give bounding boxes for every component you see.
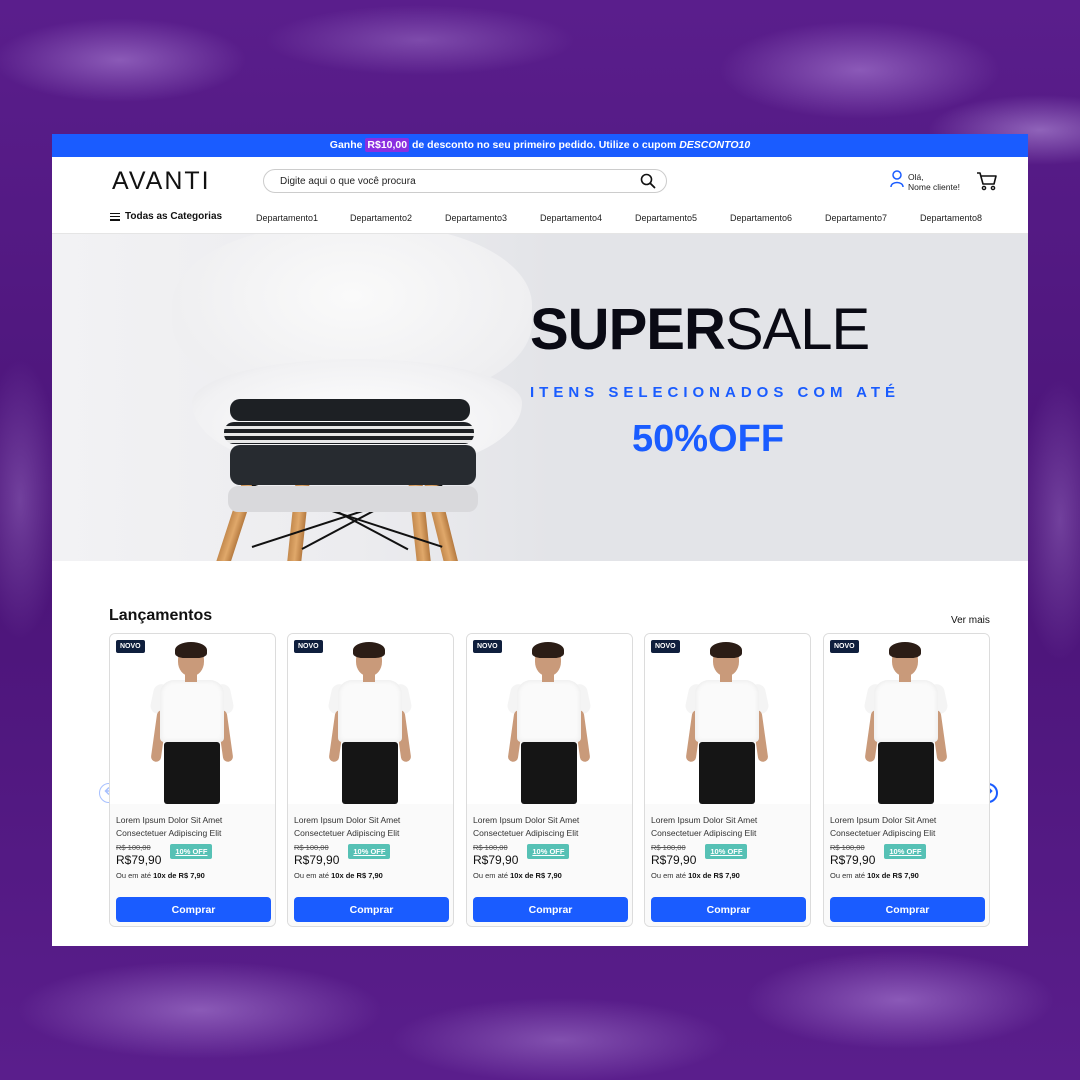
installments: Ou em até 10x de R$ 7,90: [473, 871, 562, 880]
category-nav: Todas as Categorias Departamento1 Depart…: [52, 205, 1028, 234]
search-input[interactable]: [280, 175, 640, 187]
new-badge: NOVO: [473, 640, 502, 653]
nav-department-3[interactable]: Departamento3: [445, 213, 507, 223]
new-badge: NOVO: [294, 640, 323, 653]
discount-badge: 10% OFF: [884, 844, 927, 859]
product-name[interactable]: Lorem Ipsum Dolor Sit Amet Consectetuer …: [651, 814, 804, 839]
nav-department-4[interactable]: Departamento4: [540, 213, 602, 223]
nav-department-6[interactable]: Departamento6: [730, 213, 792, 223]
promo-bar: Ganhe R$10,00 de desconto no seu primeir…: [52, 134, 1028, 157]
product-card[interactable]: NOVO Lorem Ipsum Dolor Sit Amet Consecte…: [287, 633, 454, 927]
product-image[interactable]: NOVO: [824, 634, 989, 804]
cart-icon[interactable]: [976, 170, 998, 192]
old-price: R$ 100,00: [651, 843, 686, 852]
installments: Ou em até 10x de R$ 7,90: [830, 871, 919, 880]
new-badge: NOVO: [116, 640, 145, 653]
product-card[interactable]: NOVO Lorem Ipsum Dolor Sit Amet Consecte…: [644, 633, 811, 927]
product-card[interactable]: NOVO Lorem Ipsum Dolor Sit Amet Consecte…: [823, 633, 990, 927]
installments: Ou em até 10x de R$ 7,90: [651, 871, 740, 880]
old-price: R$ 100,00: [116, 843, 151, 852]
hero-banner[interactable]: SUPERSALE ITENS SELECIONADOS COM ATÉ 50%…: [52, 234, 1028, 561]
user-name: Nome cliente!: [908, 181, 960, 192]
logo[interactable]: AVANTI: [112, 167, 211, 196]
discount-badge: 10% OFF: [348, 844, 391, 859]
site-header: AVANTI Olá, Nome cliente!: [52, 157, 1028, 205]
hero-subtitle: ITENS SELECIONADOS COM ATÉ: [530, 384, 901, 401]
price: R$79,90: [294, 853, 340, 867]
old-price: R$ 100,00: [294, 843, 329, 852]
promo-amount: R$10,00: [365, 138, 410, 152]
old-price: R$ 100,00: [473, 843, 508, 852]
hero-title-bold: SUPER: [530, 297, 726, 362]
user-icon: [890, 170, 904, 193]
browser-screenshot: Ganhe R$10,00 de desconto no seu primeir…: [52, 134, 1028, 946]
all-categories-menu[interactable]: Todas as Categorias: [110, 211, 222, 222]
promo-coupon: DESCONTO10: [679, 139, 751, 151]
section-title: Lançamentos: [109, 607, 213, 624]
buy-button[interactable]: Comprar: [116, 897, 271, 922]
product-card[interactable]: NOVO Lorem Ipsum Dolor Sit Amet Consecte…: [109, 633, 276, 927]
hamburger-icon: [110, 212, 120, 221]
buy-button[interactable]: Comprar: [830, 897, 985, 922]
product-image[interactable]: NOVO: [645, 634, 810, 804]
product-image[interactable]: NOVO: [288, 634, 453, 804]
discount-badge: 10% OFF: [527, 844, 570, 859]
buy-button[interactable]: Comprar: [651, 897, 806, 922]
buy-button[interactable]: Comprar: [473, 897, 628, 922]
product-card[interactable]: NOVO Lorem Ipsum Dolor Sit Amet Consecte…: [466, 633, 633, 927]
nav-department-8[interactable]: Departamento8: [920, 213, 982, 223]
price: R$79,90: [651, 853, 697, 867]
product-image[interactable]: NOVO: [467, 634, 632, 804]
hero-image: [52, 234, 552, 561]
installments: Ou em até 10x de R$ 7,90: [116, 871, 205, 880]
new-badge: NOVO: [651, 640, 680, 653]
promo-text: de desconto no seu primeiro pedido. Util…: [412, 139, 677, 151]
hero-title-thin: SALE: [724, 297, 870, 362]
new-badge: NOVO: [830, 640, 859, 653]
hero-discount: 50%OFF: [632, 418, 785, 460]
price: R$79,90: [830, 853, 876, 867]
user-greeting: Olá,: [908, 171, 924, 182]
nav-department-5[interactable]: Departamento5: [635, 213, 697, 223]
price: R$79,90: [116, 853, 162, 867]
launches-section: Lançamentos Ver mais NOVO Lorem Ipsum Do…: [52, 561, 1028, 946]
hero-title: SUPERSALE: [530, 296, 870, 363]
price: R$79,90: [473, 853, 519, 867]
nav-department-2[interactable]: Departamento2: [350, 213, 412, 223]
installments: Ou em até 10x de R$ 7,90: [294, 871, 383, 880]
product-name[interactable]: Lorem Ipsum Dolor Sit Amet Consectetuer …: [830, 814, 983, 839]
discount-badge: 10% OFF: [705, 844, 748, 859]
nav-department-1[interactable]: Departamento1: [256, 213, 318, 223]
discount-badge: 10% OFF: [170, 844, 213, 859]
product-image[interactable]: NOVO: [110, 634, 275, 804]
nav-department-7[interactable]: Departamento7: [825, 213, 887, 223]
product-name[interactable]: Lorem Ipsum Dolor Sit Amet Consectetuer …: [116, 814, 269, 839]
promo-prefix: Ganhe: [329, 139, 363, 151]
user-account[interactable]: Olá, Nome cliente!: [890, 170, 960, 193]
buy-button[interactable]: Comprar: [294, 897, 449, 922]
product-name[interactable]: Lorem Ipsum Dolor Sit Amet Consectetuer …: [473, 814, 626, 839]
product-name[interactable]: Lorem Ipsum Dolor Sit Amet Consectetuer …: [294, 814, 447, 839]
see-more-link[interactable]: Ver mais: [951, 615, 990, 626]
all-categories-label: Todas as Categorias: [125, 211, 223, 222]
search-icon[interactable]: [640, 173, 656, 189]
old-price: R$ 100,00: [830, 843, 865, 852]
search-bar[interactable]: [263, 169, 667, 193]
